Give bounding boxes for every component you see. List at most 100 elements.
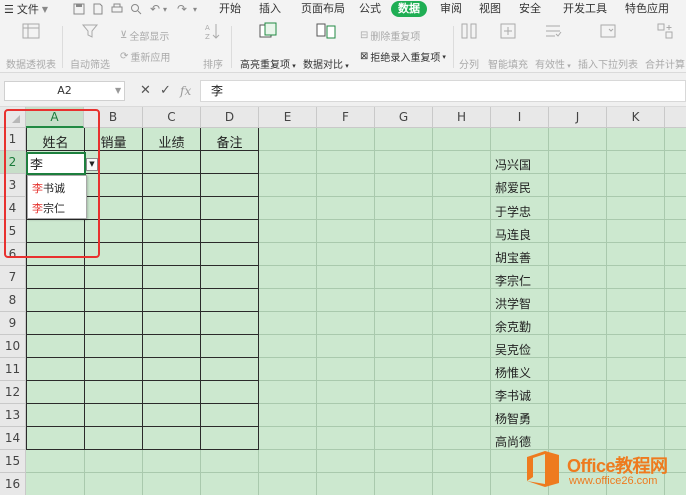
chevron-down-icon: ▾	[442, 52, 446, 61]
split-column-icon	[459, 21, 479, 41]
ribbon-separator	[62, 26, 63, 68]
column-header[interactable]: F	[317, 107, 375, 128]
name-cell[interactable]: 洪学智	[490, 295, 536, 312]
column-header[interactable]: I	[491, 107, 549, 128]
column-header[interactable]: E	[259, 107, 317, 128]
name-cell[interactable]: 李宗仁	[490, 272, 536, 289]
reapply-icon: ⟳	[120, 51, 129, 62]
column-header[interactable]: D	[201, 107, 259, 128]
name-cell[interactable]: 杨惟义	[490, 364, 536, 381]
table-border	[26, 403, 259, 404]
undo-dropdown-icon[interactable]: ▾	[160, 1, 170, 17]
data-compare-label: 数据对比 ▾	[303, 60, 349, 71]
row-header[interactable]: 9	[0, 312, 26, 335]
name-cell[interactable]: 冯兴国	[490, 156, 536, 173]
table-border	[26, 426, 259, 427]
insert-function-icon[interactable]: fx	[180, 81, 191, 101]
row-header[interactable]: 12	[0, 381, 26, 404]
column-header[interactable]: H	[433, 107, 491, 128]
show-all-button[interactable]: ⊻ 全部显示	[120, 28, 169, 43]
formula-bar: A2 ▼ ✕ ✓ fx 李	[0, 73, 686, 107]
table-border	[142, 128, 143, 450]
autofilter-label: 自动筛选	[70, 60, 110, 71]
export-icon[interactable]	[89, 1, 107, 17]
print-icon[interactable]	[108, 1, 126, 17]
row-header[interactable]: 10	[0, 335, 26, 358]
row-header[interactable]: 14	[0, 427, 26, 450]
row-header[interactable]: 11	[0, 358, 26, 381]
name-cell[interactable]: 吴克俭	[490, 341, 536, 358]
formula-input[interactable]: 李	[200, 80, 686, 102]
delete-duplicates-button[interactable]: ⊟ 删除重复项	[360, 28, 420, 43]
tab-insert[interactable]: 插入	[259, 1, 281, 17]
name-box[interactable]: A2	[4, 81, 125, 101]
sort-button[interactable]: AZ 排序	[203, 21, 223, 71]
name-cell[interactable]: 郝爱民	[490, 179, 536, 196]
column-header[interactable]: G	[375, 107, 433, 128]
file-menu[interactable]: ☰ 文件 ▼	[4, 1, 48, 17]
row-header[interactable]: 7	[0, 266, 26, 289]
tab-security[interactable]: 安全	[519, 1, 541, 17]
header-cell-performance[interactable]: 业绩	[143, 132, 200, 151]
merge-calc-button[interactable]: 合并计算	[645, 21, 685, 71]
highlight-duplicates-icon	[258, 21, 278, 41]
tab-developer[interactable]: 开发工具	[563, 1, 607, 17]
row-header[interactable]: 13	[0, 404, 26, 427]
tab-formula[interactable]: 公式	[359, 1, 381, 17]
smart-fill-button[interactable]: 智能填充	[488, 21, 528, 71]
insert-dropdown-list-button[interactable]: 插入下拉列表	[578, 21, 638, 71]
hamburger-icon: ☰	[4, 2, 14, 16]
column-header[interactable]: C	[143, 107, 201, 128]
table-border	[26, 311, 259, 312]
tab-review[interactable]: 审阅	[440, 1, 462, 17]
reject-duplicates-icon: ⊠	[360, 51, 369, 62]
split-column-button[interactable]: 分列	[459, 21, 479, 71]
spreadsheet-grid[interactable]: A B C D E F G H I J K 1 2 3 4 5 6 7 8 9 …	[0, 107, 686, 495]
smart-fill-icon	[498, 21, 518, 41]
tab-page-layout[interactable]: 页面布局	[301, 1, 345, 17]
header-cell-remarks[interactable]: 备注	[201, 132, 258, 151]
table-border	[26, 288, 259, 289]
sort-icon: AZ	[203, 21, 223, 41]
reapply-button[interactable]: ⟳ 重新应用	[120, 49, 170, 64]
name-cell[interactable]: 马连良	[490, 226, 536, 243]
chevron-down-icon[interactable]: ▼	[115, 81, 121, 101]
sort-label: 排序	[203, 60, 223, 71]
smart-fill-label: 智能填充	[488, 60, 528, 71]
save-icon[interactable]	[70, 1, 88, 17]
data-compare-button[interactable]: 数据对比 ▾	[303, 21, 349, 71]
delete-duplicates-icon: ⊟	[360, 30, 369, 41]
highlight-duplicates-button[interactable]: 高亮重复项 ▾	[240, 21, 296, 71]
print-preview-icon[interactable]	[127, 1, 145, 17]
cancel-icon[interactable]: ✕	[140, 81, 151, 101]
table-border	[26, 265, 259, 266]
name-cell[interactable]: 余克勤	[490, 318, 536, 335]
validity-button[interactable]: 有效性 ▾	[535, 21, 571, 71]
row-header[interactable]: 16	[0, 473, 26, 495]
tab-special[interactable]: 特色应用	[625, 1, 669, 17]
reject-duplicates-button[interactable]: ⊠ 拒绝录入重复项 ▾	[360, 49, 446, 64]
confirm-icon[interactable]: ✓	[160, 81, 171, 101]
filter-icon	[80, 21, 100, 41]
autofilter-button[interactable]: 自动筛选	[70, 21, 110, 71]
name-cell[interactable]: 胡宝善	[490, 249, 536, 266]
column-header[interactable]	[665, 107, 686, 128]
column-header[interactable]: J	[549, 107, 607, 128]
name-cell[interactable]: 杨智勇	[490, 410, 536, 427]
insert-dropdown-list-icon	[598, 21, 618, 41]
tab-home[interactable]: 开始	[219, 1, 241, 17]
split-column-label: 分列	[459, 60, 479, 71]
more-icon[interactable]: ▾	[190, 1, 200, 17]
table-border	[26, 357, 259, 358]
name-cell[interactable]: 李书诚	[490, 387, 536, 404]
column-header[interactable]: K	[607, 107, 665, 128]
redo-icon[interactable]: ↷	[173, 1, 191, 17]
svg-text:A: A	[205, 24, 210, 32]
tab-data[interactable]: 数据	[391, 1, 427, 17]
tab-view[interactable]: 视图	[479, 1, 501, 17]
name-cell[interactable]: 于学忠	[490, 203, 536, 220]
ribbon-separator	[453, 26, 454, 68]
row-header[interactable]: 8	[0, 289, 26, 312]
row-header[interactable]: 15	[0, 450, 26, 473]
pivot-table-button[interactable]: 数据透视表	[6, 21, 56, 71]
